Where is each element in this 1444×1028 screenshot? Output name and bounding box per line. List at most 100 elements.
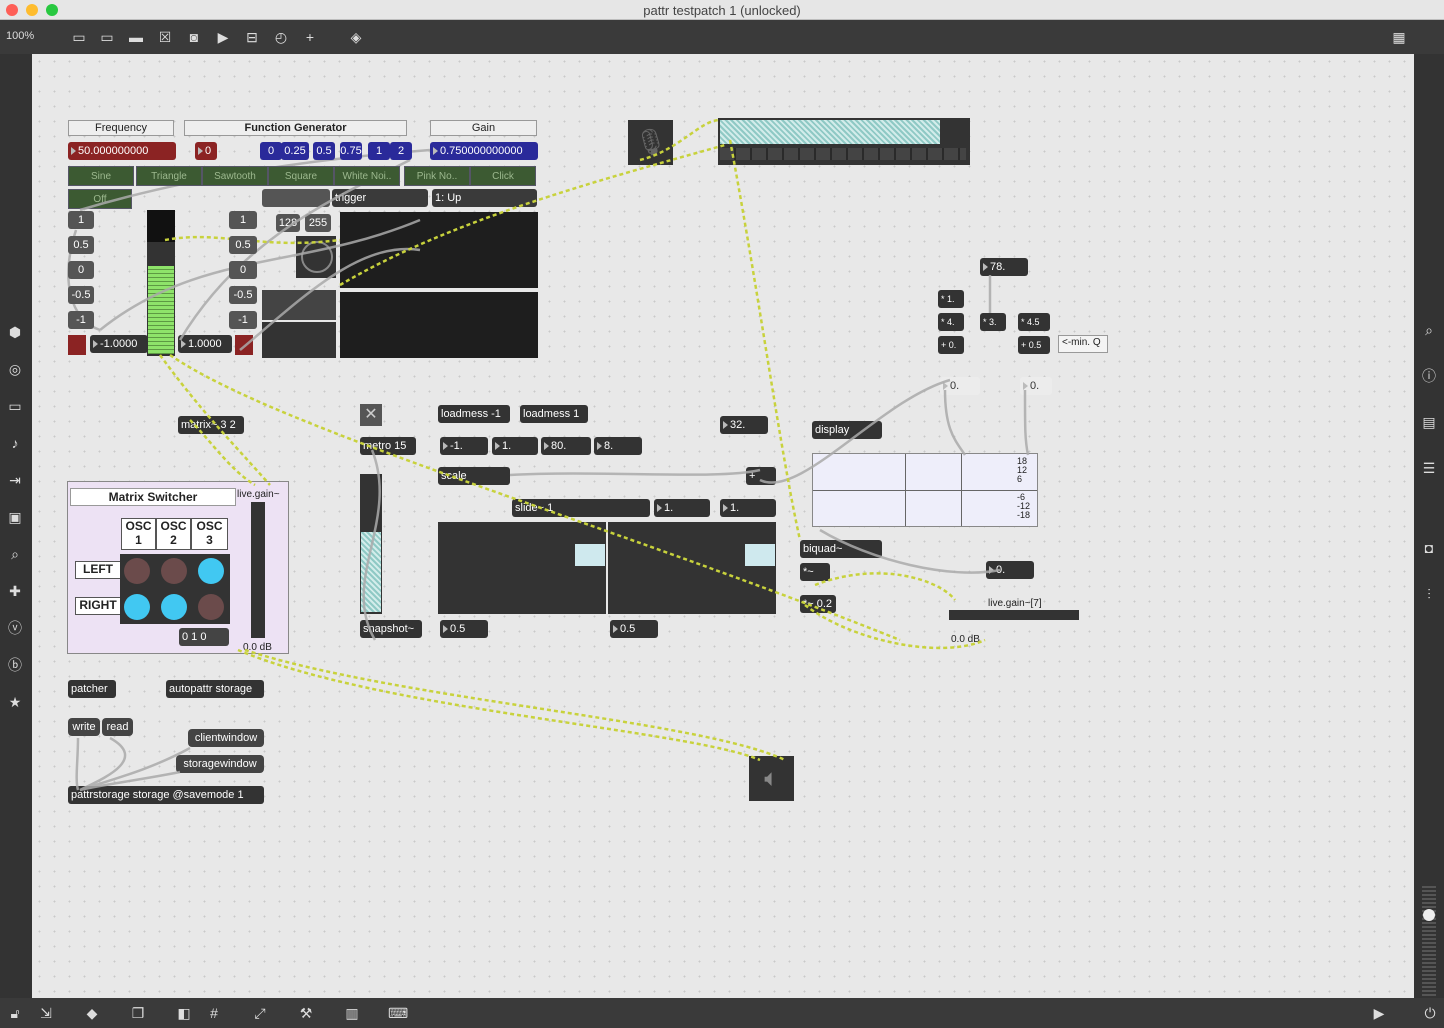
comment-bubble-icon[interactable]: ◆ — [82, 1003, 102, 1023]
grid-icon[interactable]: # — [204, 1003, 224, 1023]
left-value-3[interactable]: -0.5 — [68, 286, 94, 304]
mid-value-4[interactable]: -1 — [229, 311, 257, 329]
speaker-icon[interactable]: 🔈︎ — [749, 756, 794, 801]
matrix-object[interactable]: matrix~ 3 2 — [178, 416, 244, 434]
waveform-tab-5[interactable]: Pink No.. — [404, 166, 470, 186]
film-icon[interactable]: ▭ — [5, 396, 25, 416]
mid-value-1[interactable]: 0.5 — [229, 236, 257, 254]
number-78[interactable]: 78. — [980, 258, 1028, 276]
camera-icon[interactable]: ◘ — [1419, 538, 1439, 558]
waveform-tab-3[interactable]: Square — [268, 166, 334, 186]
preset-value-5[interactable]: 2 — [390, 142, 412, 160]
left-value-4[interactable]: -1 — [68, 311, 94, 329]
preset-value-3[interactable]: 0.75 — [340, 142, 362, 160]
waveform-tab-6[interactable]: Click — [470, 166, 536, 186]
reference-icon[interactable]: ▤ — [1419, 412, 1439, 432]
preset-value-2[interactable]: 0.5 — [313, 142, 335, 160]
number-icon[interactable]: ▶ — [214, 28, 232, 46]
scale-out-high[interactable]: 8. — [594, 437, 642, 455]
info-icon[interactable]: ⓘ — [1419, 366, 1439, 386]
mid-red-toggle[interactable] — [235, 335, 253, 355]
waveform-tab-4[interactable]: White Noi.. — [334, 166, 400, 186]
slide-down-number[interactable]: 1. — [720, 499, 776, 517]
waveform-tab-2[interactable]: Sawtooth — [202, 166, 268, 186]
matrix-cell-r1[interactable] — [124, 594, 150, 620]
op-object-1[interactable]: * 4. — [938, 313, 964, 331]
number-zero[interactable]: 0. — [986, 561, 1034, 579]
slider-icon[interactable]: ⊟ — [243, 28, 261, 46]
off-toggle[interactable]: Off — [68, 189, 132, 209]
op-object-4[interactable]: * 4.5 — [1018, 313, 1050, 331]
play-icon[interactable]: ▶ — [1369, 1003, 1389, 1023]
matrix-cell-r2[interactable] — [161, 594, 187, 620]
grid-view-icon[interactable]: ▦ — [1390, 28, 1408, 46]
op-object-3[interactable]: * 3. — [980, 313, 1006, 331]
num-255[interactable]: 255 — [305, 214, 331, 232]
storagewindow-message[interactable]: storagewindow — [176, 755, 264, 773]
filter-param-a[interactable]: 0. — [940, 377, 980, 395]
piano-icon[interactable]: ▥ — [342, 1003, 362, 1023]
scale-in-low[interactable]: -1. — [440, 437, 488, 455]
star-icon[interactable]: ★ — [5, 692, 25, 712]
vizzie-icon[interactable]: ⓥ — [5, 618, 25, 638]
op-object-0[interactable]: * 1. — [938, 290, 964, 308]
scale-object[interactable]: scale — [438, 467, 510, 485]
matrix-cell-l2[interactable] — [161, 558, 187, 584]
multislider[interactable] — [262, 290, 336, 320]
snapshot-object[interactable]: snapshot~ — [360, 620, 422, 638]
wrench-icon[interactable]: ⚒ — [296, 1003, 316, 1023]
button-object-icon[interactable]: ☒ — [156, 28, 174, 46]
times-02-object[interactable]: *~ 0.2 — [800, 595, 836, 613]
preset-value-1[interactable]: 0.25 — [281, 142, 309, 160]
plus-object[interactable]: + — [746, 467, 776, 485]
image-icon[interactable]: ▣ — [5, 507, 25, 527]
mid-value-2[interactable]: 0 — [229, 261, 257, 279]
autopattr-object[interactable]: autopattr storage — [166, 680, 264, 698]
frequency-small-number[interactable]: 0 — [195, 142, 217, 160]
left-value-1[interactable]: 0.5 — [68, 236, 94, 254]
snap-icon[interactable]: ⤢ — [250, 1003, 270, 1023]
gain-number[interactable]: 0.750000000000 — [430, 142, 538, 160]
metro-object[interactable]: metro 15 — [360, 437, 416, 455]
paperclip-icon[interactable]: ⌕ — [5, 544, 25, 564]
biquad-object[interactable]: biquad~ — [800, 540, 882, 558]
left-red-toggle[interactable] — [68, 335, 86, 355]
mid-value-3[interactable]: -0.5 — [229, 286, 257, 304]
filtergraph[interactable]: 18 12 6 -6 -12 -18 — [812, 453, 1038, 527]
frequency-number[interactable]: 50.000000000 — [68, 142, 176, 160]
new-object-icon[interactable]: ▭ — [70, 28, 88, 46]
music-note-icon[interactable]: ♪ — [5, 433, 25, 453]
display-menu[interactable]: display — [812, 421, 882, 439]
matrix-grid[interactable] — [120, 554, 230, 624]
target-icon[interactable]: ◎ — [5, 359, 25, 379]
preset-value-0[interactable]: 0 — [260, 142, 282, 160]
scale-in-high[interactable]: 1. — [492, 437, 538, 455]
mute-icon[interactable]: ◧ — [174, 1003, 194, 1023]
lock-icon[interactable]: 🔓︎ — [5, 1003, 25, 1023]
puzzle-icon[interactable]: ✚ — [5, 581, 25, 601]
filter-param-b[interactable]: 0. — [1020, 377, 1052, 395]
dial-icon[interactable]: ◴ — [272, 28, 290, 46]
clientwindow-message[interactable]: clientwindow — [188, 729, 264, 747]
matrix-cell-l3[interactable] — [198, 558, 224, 584]
mid-value-0[interactable]: 1 — [229, 211, 257, 229]
metro-toggle[interactable]: ✕ — [360, 404, 382, 426]
op-object-2[interactable]: + 0. — [938, 336, 964, 354]
slide-object[interactable]: slide~ 1 — [512, 499, 650, 517]
scope-left-value[interactable]: 0.5 — [440, 620, 488, 638]
presentation-icon[interactable]: ⇲ — [36, 1003, 56, 1023]
ports-icon[interactable]: ⇥ — [5, 470, 25, 490]
patcher-object[interactable]: patcher — [68, 680, 116, 698]
loadmess-1[interactable]: loadmess 1 — [520, 405, 588, 423]
left-value-2[interactable]: 0 — [68, 261, 94, 279]
add-icon[interactable]: + — [301, 28, 319, 46]
waveform-tab-0[interactable]: Sine — [68, 166, 134, 186]
num-128[interactable]: 128 — [276, 214, 300, 232]
times-object[interactable]: *~ — [800, 563, 830, 581]
trigger-meter[interactable] — [262, 189, 330, 207]
keyboard-icon[interactable]: ⌨ — [388, 1003, 408, 1023]
read-message[interactable]: read — [102, 718, 133, 736]
trigger-menu[interactable]: trigger — [332, 189, 428, 207]
left-value-0[interactable]: 1 — [68, 211, 94, 229]
package-icon[interactable]: ⬢ — [5, 322, 25, 342]
